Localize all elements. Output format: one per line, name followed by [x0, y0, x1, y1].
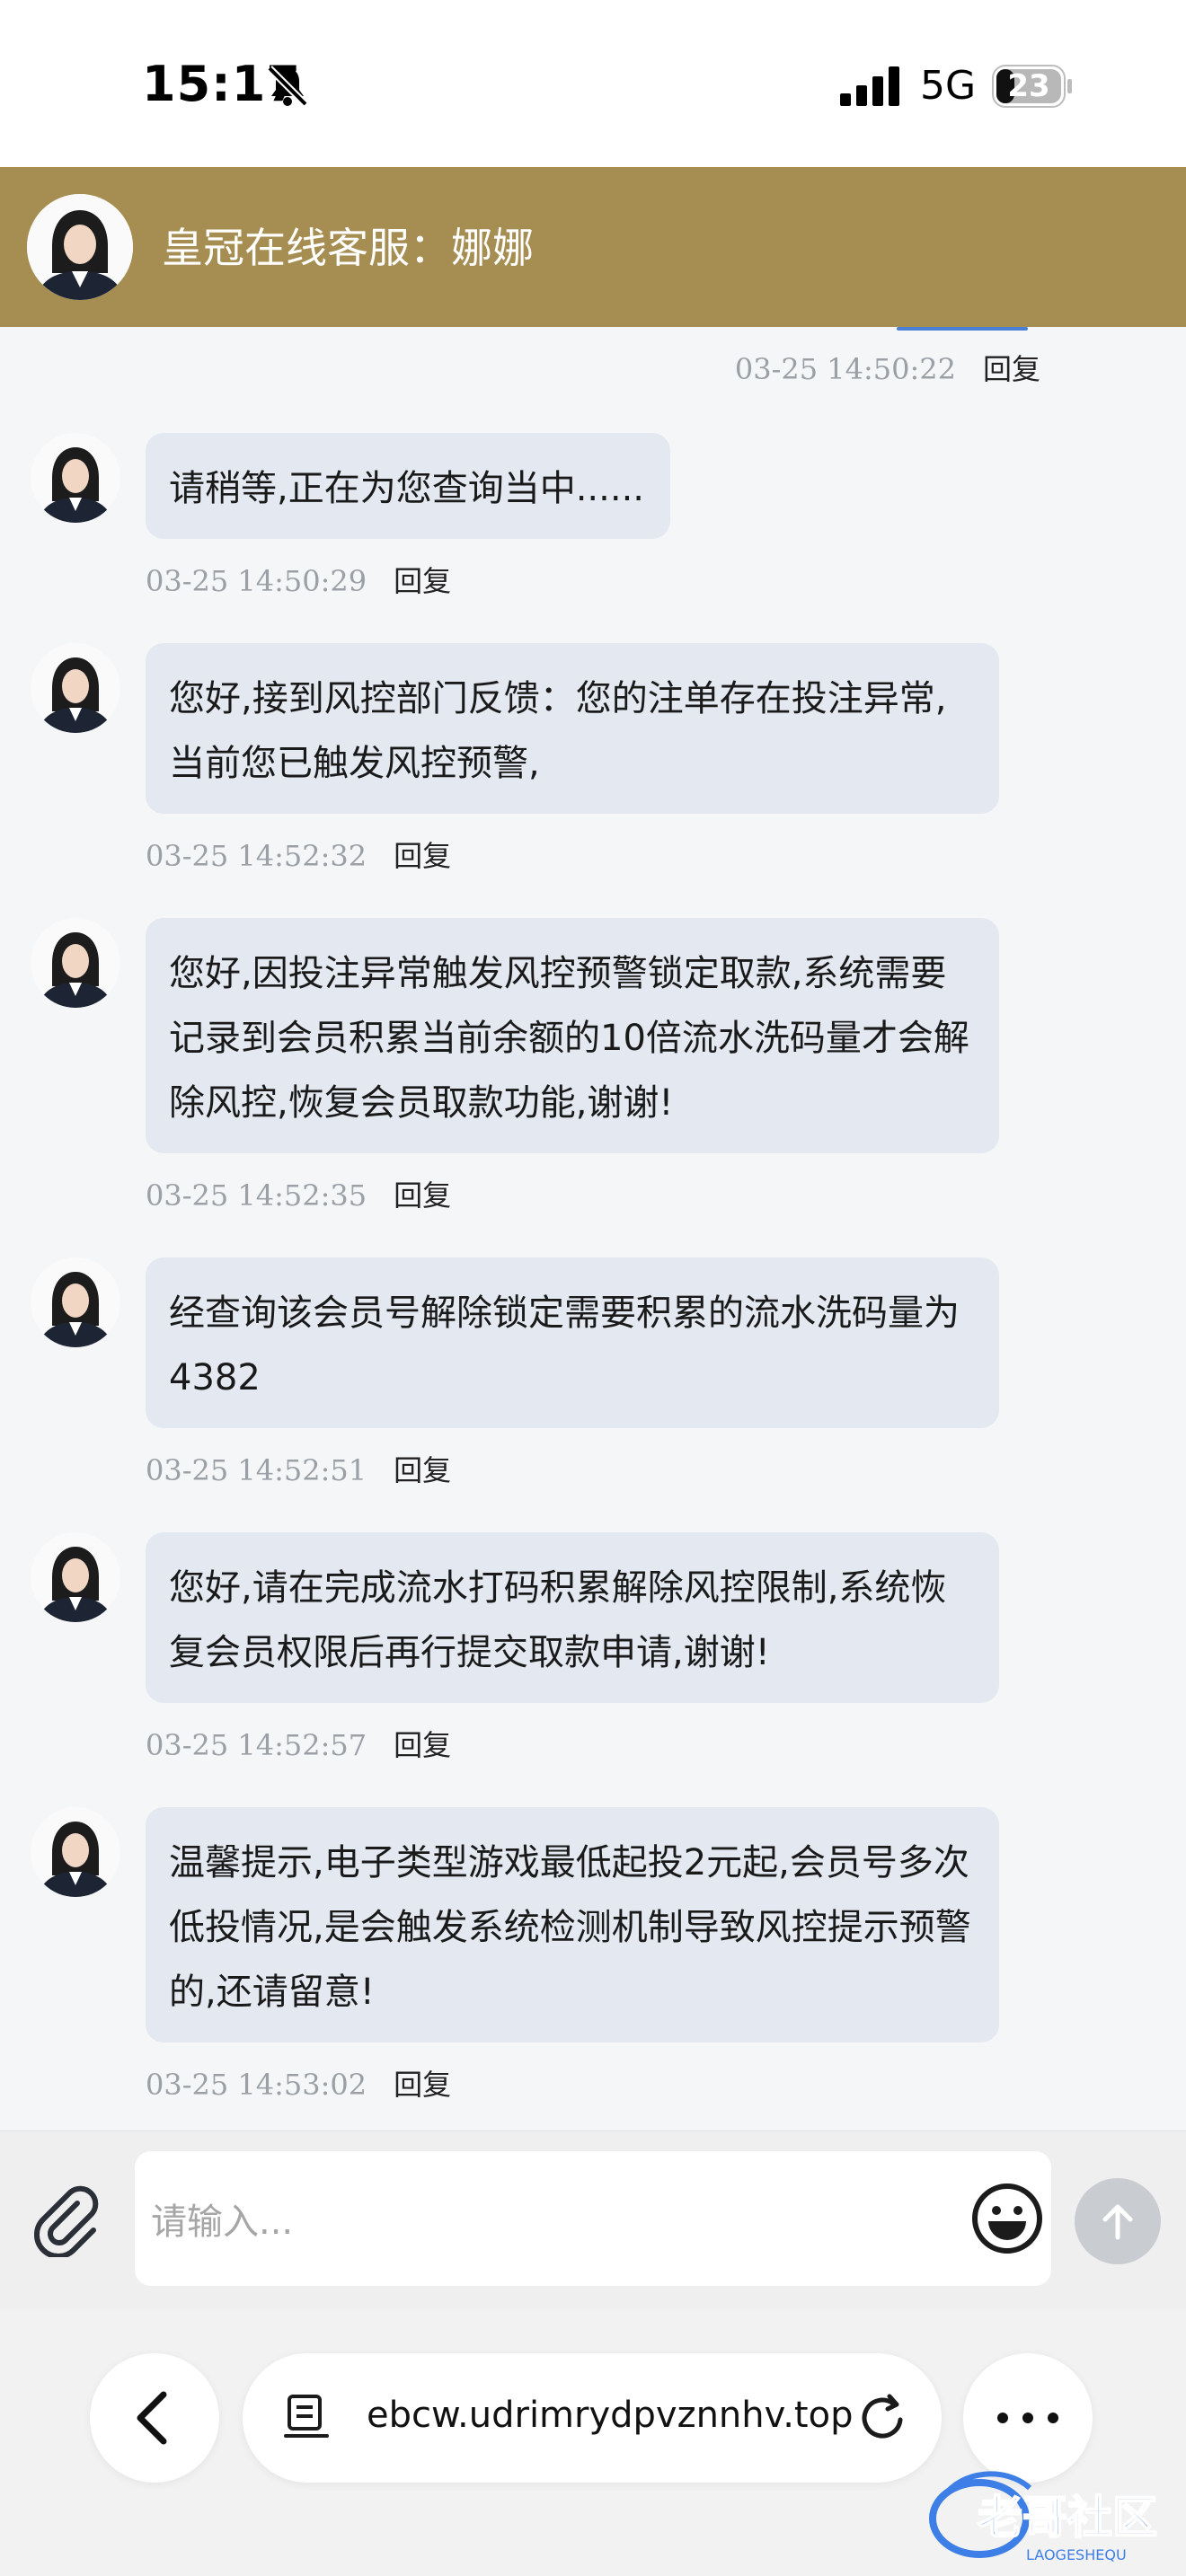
reply-button[interactable]: 回复 — [394, 839, 451, 873]
message-timestamp: 03-25 14:52:32 — [146, 839, 367, 873]
chat-title: 皇冠在线客服：娜娜 — [162, 224, 534, 272]
message-meta: 03-25 14:52:51 回复 — [146, 1448, 451, 1489]
message-meta: 03-25 14:50:29 回复 — [146, 559, 451, 600]
url-text: ebcw.udrimrydpvznnhv.top — [367, 2395, 854, 2436]
agent-avatar — [31, 643, 120, 733]
address-bar[interactable]: ebcw.udrimrydpvznnhv.top — [243, 2353, 942, 2483]
signal-icon — [840, 66, 899, 106]
message-timestamp: 03-25 14:52:57 — [146, 1728, 367, 1762]
message-meta: 03-25 14:53:02 回复 — [146, 2062, 451, 2104]
agent-avatar — [31, 1257, 120, 1347]
message-timestamp: 03-25 14:50:22 — [734, 352, 956, 386]
back-button[interactable] — [90, 2353, 219, 2483]
battery-level: 23 — [1007, 68, 1050, 104]
reply-button[interactable]: 回复 — [394, 1453, 451, 1487]
message-bubble: 您好,因投注异常触发风控预警锁定取款,系统需要记录到会员积累当前余额的10倍流水… — [146, 918, 999, 1153]
agent-avatar — [31, 433, 120, 523]
message-bubble: 您好,请在完成流水打码积累解除风控限制,系统恢复会员权限后再行提交取款申请,谢谢… — [146, 1532, 999, 1703]
page-icon[interactable] — [282, 2393, 332, 2443]
message-input[interactable]: 请输入... — [135, 2151, 1051, 2286]
message-timestamp: 03-25 14:52:51 — [146, 1453, 367, 1487]
status-bar: 15:17 5G 23 — [0, 0, 1186, 167]
message-bubble: 您好,接到风控部门反馈：您的注单存在投注异常,当前您已触发风控预警, — [146, 643, 999, 814]
input-placeholder: 请输入... — [151, 2201, 294, 2243]
reply-button[interactable]: 回复 — [983, 352, 1040, 386]
message-timestamp: 03-25 14:50:29 — [146, 564, 367, 598]
message-bubble: 温馨提示,电子类型游戏最低起投2元起,会员号多次低投情况,是会触发系统检测机制导… — [146, 1807, 999, 2042]
message-bubble: 请稍等,正在为您查询当中...... — [146, 433, 670, 539]
reply-button[interactable]: 回复 — [394, 2068, 451, 2102]
agent-avatar — [31, 1807, 120, 1897]
message-bubble: 经查询该会员号解除锁定需要积累的流水洗码量为4382 — [146, 1257, 999, 1428]
outgoing-meta: 03-25 14:50:22 回复 — [735, 347, 1040, 388]
chat-header: 皇冠在线客服：娜娜 — [0, 167, 1186, 327]
arrow-up-icon — [1102, 2204, 1133, 2240]
reply-button[interactable]: 回复 — [394, 1728, 451, 1762]
message-timestamp: 03-25 14:52:35 — [146, 1178, 367, 1213]
reply-button[interactable]: 回复 — [394, 564, 451, 598]
reload-icon[interactable] — [854, 2389, 911, 2447]
send-button[interactable] — [1075, 2178, 1161, 2264]
paperclip-icon[interactable] — [31, 2185, 102, 2257]
bell-slash-icon — [267, 66, 308, 107]
outgoing-bubble-edge — [897, 327, 1028, 331]
network-type: 5G — [920, 63, 977, 109]
agent-avatar — [27, 194, 133, 300]
message-list[interactable]: 03-25 14:50:22 回复 请稍等,正在为您查询当中...... 03-2… — [0, 327, 1186, 2102]
message-meta: 03-25 14:52:32 回复 — [146, 834, 451, 875]
message-meta: 03-25 14:52:35 回复 — [146, 1173, 451, 1214]
watermark-logo: 老哥社区 LAOGESHEQU — [929, 2471, 1158, 2563]
agent-avatar — [31, 1532, 120, 1622]
reply-button[interactable]: 回复 — [394, 1178, 451, 1213]
message-timestamp: 03-25 14:53:02 — [146, 2068, 367, 2102]
message-meta: 03-25 14:52:57 回复 — [146, 1723, 451, 1764]
svg-text:老哥社区: 老哥社区 — [978, 2492, 1157, 2544]
chevron-left-icon — [137, 2391, 167, 2445]
emoji-icon[interactable] — [970, 2182, 1044, 2255]
svg-text:LAOGESHEQU: LAOGESHEQU — [1026, 2546, 1127, 2563]
agent-avatar — [31, 918, 120, 1008]
composer-bar: 请输入... — [0, 2130, 1186, 2311]
